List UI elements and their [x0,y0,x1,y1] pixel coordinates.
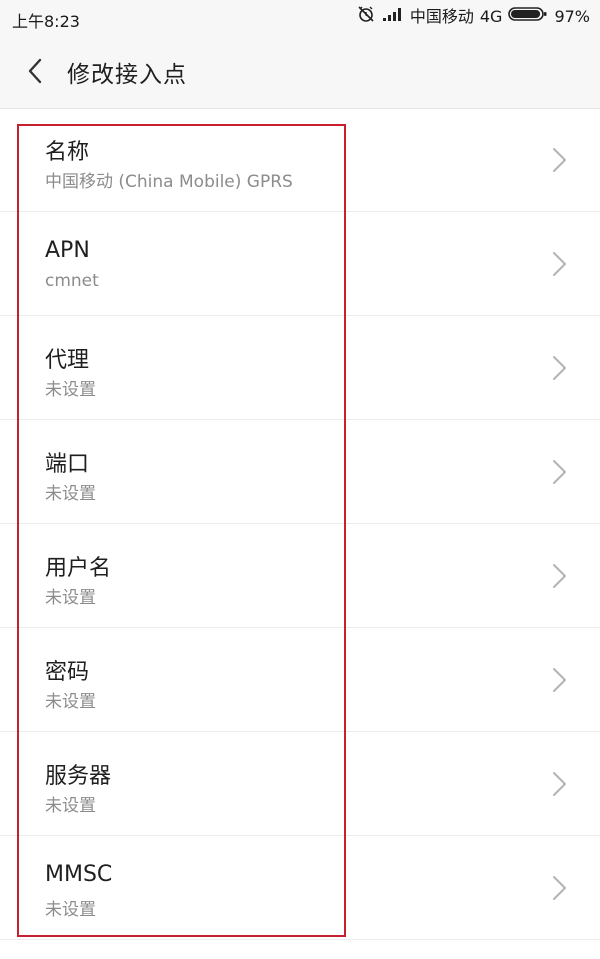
carrier-name: 中国移动 [409,7,474,26]
status-icons: 中国移动 4G 97% [356,6,590,28]
apn-edit-screen: 上午8:23 中国移动 4G 97% 修改接入点 名称 中国移动 (China … [0,0,600,959]
page-title: 修改接入点 [67,62,187,88]
setting-value: 中国移动 (China Mobile) GPRS [45,172,293,192]
chevron-right-icon [553,356,566,380]
app-header: 修改接入点 [0,36,600,109]
setting-label: 代理 [45,348,90,373]
setting-value: cmnet [45,271,99,291]
setting-value: 未设置 [45,380,96,400]
setting-row-proxy[interactable]: 代理 未设置 [0,316,600,420]
setting-label: 服务器 [45,764,112,789]
chevron-right-icon [553,772,566,796]
chevron-right-icon [553,252,566,276]
setting-value: 未设置 [45,588,96,608]
setting-label: 名称 [45,140,90,165]
setting-value: 未设置 [45,796,96,816]
chevron-right-icon [553,876,566,900]
battery-percent: 97% [554,7,590,26]
setting-label: APN [45,238,90,263]
setting-row-name[interactable]: 名称 中国移动 (China Mobile) GPRS [0,108,600,212]
apn-settings-list: 名称 中国移动 (China Mobile) GPRS APN cmnet 代理… [0,108,600,940]
setting-row-server[interactable]: 服务器 未设置 [0,732,600,836]
chevron-right-icon [553,668,566,692]
setting-row-mmsc[interactable]: MMSC 未设置 [0,836,600,940]
setting-label: 用户名 [45,556,112,581]
setting-value: 未设置 [45,692,96,712]
setting-row-apn[interactable]: APN cmnet [0,212,600,316]
network-type: 4G [479,7,503,26]
back-button[interactable] [20,56,50,86]
status-time: 上午8:23 [12,12,80,31]
setting-label: MMSC [45,862,113,887]
chevron-right-icon [553,564,566,588]
setting-label: 密码 [45,660,90,685]
signal-icon [382,6,404,28]
setting-label: 端口 [45,452,90,477]
setting-row-username[interactable]: 用户名 未设置 [0,524,600,628]
battery-icon [508,6,548,28]
chevron-right-icon [553,460,566,484]
setting-value: 未设置 [45,484,96,504]
setting-value: 未设置 [45,900,96,920]
chevron-right-icon [553,148,566,172]
alarm-off-icon [356,4,376,30]
chevron-left-icon [28,58,42,84]
setting-row-port[interactable]: 端口 未设置 [0,420,600,524]
status-bar: 上午8:23 中国移动 4G 97% [0,0,600,36]
setting-row-password[interactable]: 密码 未设置 [0,628,600,732]
